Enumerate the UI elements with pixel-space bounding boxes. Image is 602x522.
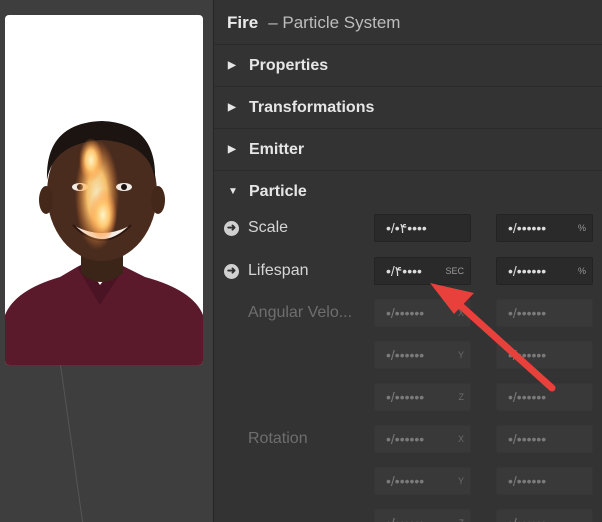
person-with-fire-effect-image bbox=[5, 121, 203, 365]
angular-velocity-x-row: Angular Velo... •/•••••• X •/•••••• bbox=[213, 299, 602, 329]
scale-variance-field[interactable]: •/••••••% bbox=[496, 214, 593, 242]
lifespan-value-field[interactable]: •/۴•••• SEC bbox=[374, 257, 471, 285]
particle-properties: ➜ Scale •/•۴•••• •/••••••% ➜ Lifespan •/… bbox=[213, 0, 602, 522]
field-value: •/•••••• bbox=[386, 347, 425, 363]
rotation-y-variance-field[interactable]: •/•••••• bbox=[496, 467, 593, 495]
reset-arrow-icon[interactable]: ➜ bbox=[224, 221, 239, 236]
angular-velocity-x-variance-field[interactable]: •/•••••• bbox=[496, 299, 593, 327]
field-unit: Z bbox=[458, 392, 465, 402]
angular-velocity-z-variance-field[interactable]: •/•••••• bbox=[496, 383, 593, 411]
field-value: •/•••••• bbox=[508, 515, 546, 522]
rotation-label: Rotation bbox=[248, 430, 308, 447]
field-value: •/•۴•••• bbox=[386, 220, 427, 236]
rotation-y-row: •/•••••• Y •/•••••• bbox=[213, 467, 602, 497]
angular-velocity-y-field[interactable]: •/•••••• Y bbox=[374, 341, 471, 369]
rotation-z-row: •/•••••• Z •/•••••• bbox=[213, 509, 602, 522]
field-value: •/•••••• bbox=[508, 263, 547, 279]
field-value: •/•••••• bbox=[508, 473, 547, 489]
field-unit: X bbox=[457, 308, 464, 318]
camera-preview bbox=[5, 15, 203, 365]
scale-value-field[interactable]: •/•۴•••• bbox=[374, 214, 471, 242]
reset-arrow-icon[interactable]: ➜ bbox=[224, 264, 239, 279]
field-unit: X bbox=[457, 434, 464, 444]
angular-velocity-x-field[interactable]: •/•••••• X bbox=[374, 299, 471, 327]
angular-velocity-label: Angular Velo... bbox=[248, 304, 353, 321]
lifespan-label: Lifespan bbox=[248, 262, 309, 279]
rotation-y-field[interactable]: •/•••••• Y bbox=[374, 467, 471, 495]
field-unit: Y bbox=[457, 476, 464, 486]
field-value: •/•••••• bbox=[508, 431, 547, 447]
field-value: •/•••••• bbox=[386, 431, 425, 447]
field-value: •/•••••• bbox=[508, 389, 547, 405]
angular-velocity-y-row: •/•••••• Y •/•••••• bbox=[213, 341, 602, 371]
field-unit: % bbox=[577, 266, 586, 276]
rotation-x-field[interactable]: •/•••••• X bbox=[374, 425, 471, 453]
scale-row: ➜ Scale •/•۴•••• •/••••••% bbox=[213, 214, 602, 244]
field-value: •/•••••• bbox=[386, 473, 425, 489]
field-value: •/•••••• bbox=[386, 515, 424, 522]
rotation-x-variance-field[interactable]: •/•••••• bbox=[496, 425, 593, 453]
angular-velocity-y-variance-field[interactable]: •/•••••• bbox=[496, 341, 593, 369]
viewport-guide-line bbox=[60, 364, 87, 522]
field-unit: Z bbox=[459, 518, 465, 522]
lifespan-variance-field[interactable]: •/••••••% bbox=[496, 257, 593, 285]
field-value: •/۴•••• bbox=[386, 263, 422, 279]
angular-velocity-z-row: •/•••••• Z •/•••••• bbox=[213, 383, 602, 413]
field-value: •/•••••• bbox=[386, 389, 425, 405]
field-value: •/•••••• bbox=[386, 305, 425, 321]
rotation-x-row: Rotation •/•••••• X •/•••••• bbox=[213, 425, 602, 455]
field-value: •/•••••• bbox=[508, 220, 547, 236]
field-value: •/•••••• bbox=[508, 347, 547, 363]
field-unit: SEC bbox=[445, 266, 464, 276]
field-value: •/•••••• bbox=[508, 305, 547, 321]
viewport bbox=[0, 0, 213, 522]
scale-label: Scale bbox=[248, 219, 289, 236]
rotation-z-field[interactable]: •/•••••• Z bbox=[374, 509, 471, 522]
lifespan-row: ➜ Lifespan •/۴•••• SEC •/••••••% bbox=[213, 257, 602, 287]
rotation-z-variance-field[interactable]: •/•••••• bbox=[496, 509, 593, 522]
field-unit: Y bbox=[457, 350, 464, 360]
field-unit: % bbox=[577, 223, 586, 233]
angular-velocity-z-field[interactable]: •/•••••• Z bbox=[374, 383, 471, 411]
